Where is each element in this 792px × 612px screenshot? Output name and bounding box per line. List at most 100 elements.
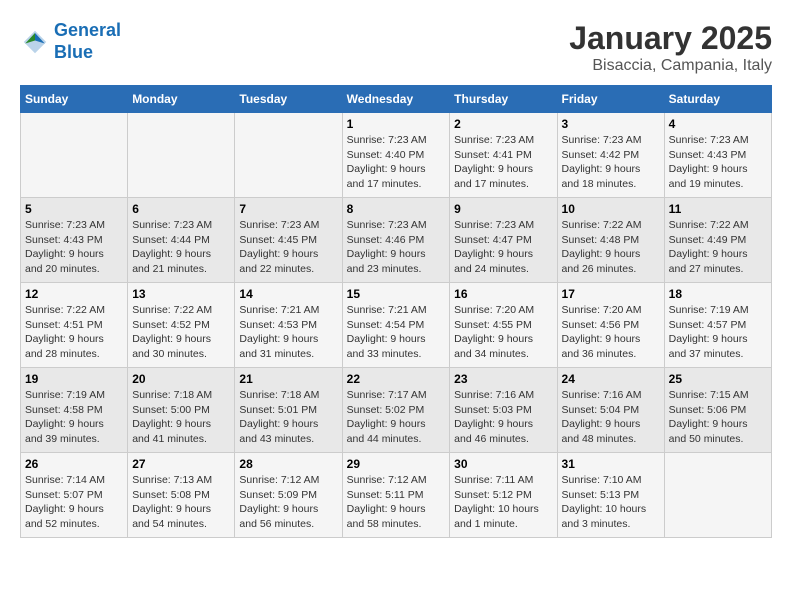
calendar-day-cell: [235, 113, 342, 198]
calendar-week-row: 19Sunrise: 7:19 AM Sunset: 4:58 PM Dayli…: [21, 368, 772, 453]
calendar-day-cell: 18Sunrise: 7:19 AM Sunset: 4:57 PM Dayli…: [664, 283, 771, 368]
day-info: Sunrise: 7:17 AM Sunset: 5:02 PM Dayligh…: [347, 388, 446, 447]
calendar-week-row: 1Sunrise: 7:23 AM Sunset: 4:40 PM Daylig…: [21, 113, 772, 198]
calendar-day-cell: 20 Sunrise: 7:18 AM Sunset: 5:00 PM Dayli…: [128, 368, 235, 453]
day-number: 16: [454, 287, 552, 301]
calendar-day-cell: 9 Sunrise: 7:23 AM Sunset: 4:47 PM Daylig…: [450, 198, 557, 283]
day-number: 20: [132, 372, 230, 386]
calendar-day-cell: 6Sunrise: 7:23 AM Sunset: 4:44 PM Daylig…: [128, 198, 235, 283]
day-info: Sunrise: 7:23 AM Sunset: 4:40 PM Dayligh…: [347, 133, 446, 192]
day-info: Sunrise: 7:19 AM Sunset: 4:58 PM Dayligh…: [25, 388, 123, 447]
calendar-day-cell: 21 Sunrise: 7:18 AM Sunset: 5:01 PM Dayli…: [235, 368, 342, 453]
calendar-week-row: 26 Sunrise: 7:14 AM Sunset: 5:07 PM Dayli…: [21, 453, 772, 538]
day-info: Sunrise: 7:23 AM Sunset: 4:44 PM Dayligh…: [132, 218, 230, 277]
day-number: 9: [454, 202, 552, 216]
calendar-table: SundayMondayTuesdayWednesdayThursdayFrid…: [20, 85, 772, 538]
logo: General Blue: [20, 20, 121, 63]
day-number: 13: [132, 287, 230, 301]
day-number: 22: [347, 372, 446, 386]
day-number: 14: [239, 287, 337, 301]
calendar-day-cell: 19Sunrise: 7:19 AM Sunset: 4:58 PM Dayli…: [21, 368, 128, 453]
day-info: Sunrise: 7:23 AM Sunset: 4:41 PM Dayligh…: [454, 133, 552, 192]
day-info: Sunrise: 7:12 AM Sunset: 5:11 PM Dayligh…: [347, 473, 446, 532]
weekday-header: Saturday: [664, 86, 771, 113]
day-info: Sunrise: 7:13 AM Sunset: 5:08 PM Dayligh…: [132, 473, 230, 532]
day-info: Sunrise: 7:18 AM Sunset: 5:00 PM Dayligh…: [132, 388, 230, 447]
day-number: 27: [132, 457, 230, 471]
day-info: Sunrise: 7:23 AM Sunset: 4:47 PM Dayligh…: [454, 218, 552, 277]
day-info: Sunrise: 7:20 AM Sunset: 4:56 PM Dayligh…: [562, 303, 660, 362]
day-number: 18: [669, 287, 767, 301]
calendar-day-cell: 4Sunrise: 7:23 AM Sunset: 4:43 PM Daylig…: [664, 113, 771, 198]
day-info: Sunrise: 7:11 AM Sunset: 5:12 PM Dayligh…: [454, 473, 552, 532]
day-number: 26: [25, 457, 123, 471]
day-number: 15: [347, 287, 446, 301]
day-number: 24: [562, 372, 660, 386]
calendar-day-cell: 29 Sunrise: 7:12 AM Sunset: 5:11 PM Dayli…: [342, 453, 450, 538]
logo-line1: General: [54, 20, 121, 40]
calendar-header: SundayMondayTuesdayWednesdayThursdayFrid…: [21, 86, 772, 113]
day-info: Sunrise: 7:21 AM Sunset: 4:54 PM Dayligh…: [347, 303, 446, 362]
weekday-header: Tuesday: [235, 86, 342, 113]
calendar-day-cell: 1Sunrise: 7:23 AM Sunset: 4:40 PM Daylig…: [342, 113, 450, 198]
logo-line2: Blue: [54, 42, 93, 62]
day-info: Sunrise: 7:18 AM Sunset: 5:01 PM Dayligh…: [239, 388, 337, 447]
calendar-day-cell: [664, 453, 771, 538]
calendar-day-cell: 2Sunrise: 7:23 AM Sunset: 4:41 PM Daylig…: [450, 113, 557, 198]
day-info: Sunrise: 7:22 AM Sunset: 4:48 PM Dayligh…: [562, 218, 660, 277]
calendar-day-cell: 24 Sunrise: 7:16 AM Sunset: 5:04 PM Dayli…: [557, 368, 664, 453]
day-info: Sunrise: 7:15 AM Sunset: 5:06 PM Dayligh…: [669, 388, 767, 447]
calendar-week-row: 5Sunrise: 7:23 AM Sunset: 4:43 PM Daylig…: [21, 198, 772, 283]
calendar-day-cell: 14 Sunrise: 7:21 AM Sunset: 4:53 PM Dayli…: [235, 283, 342, 368]
calendar-day-cell: 31 Sunrise: 7:10 AM Sunset: 5:13 PM Dayli…: [557, 453, 664, 538]
day-number: 7: [239, 202, 337, 216]
day-info: Sunrise: 7:21 AM Sunset: 4:53 PM Dayligh…: [239, 303, 337, 362]
day-info: Sunrise: 7:16 AM Sunset: 5:04 PM Dayligh…: [562, 388, 660, 447]
calendar-day-cell: 16Sunrise: 7:20 AM Sunset: 4:55 PM Dayli…: [450, 283, 557, 368]
calendar-body: 1Sunrise: 7:23 AM Sunset: 4:40 PM Daylig…: [21, 113, 772, 538]
day-info: Sunrise: 7:23 AM Sunset: 4:46 PM Dayligh…: [347, 218, 446, 277]
day-number: 21: [239, 372, 337, 386]
day-number: 10: [562, 202, 660, 216]
day-number: 23: [454, 372, 552, 386]
day-number: 3: [562, 117, 660, 131]
day-number: 31: [562, 457, 660, 471]
calendar-day-cell: 23Sunrise: 7:16 AM Sunset: 5:03 PM Dayli…: [450, 368, 557, 453]
day-info: Sunrise: 7:12 AM Sunset: 5:09 PM Dayligh…: [239, 473, 337, 532]
day-number: 30: [454, 457, 552, 471]
location-title: Bisaccia, Campania, Italy: [569, 57, 772, 75]
day-info: Sunrise: 7:10 AM Sunset: 5:13 PM Dayligh…: [562, 473, 660, 532]
calendar-day-cell: 30 Sunrise: 7:11 AM Sunset: 5:12 PM Dayli…: [450, 453, 557, 538]
calendar-day-cell: 22 Sunrise: 7:17 AM Sunset: 5:02 PM Dayli…: [342, 368, 450, 453]
calendar-day-cell: [21, 113, 128, 198]
day-info: Sunrise: 7:23 AM Sunset: 4:45 PM Dayligh…: [239, 218, 337, 277]
day-number: 12: [25, 287, 123, 301]
month-title: January 2025: [569, 20, 772, 57]
day-info: Sunrise: 7:22 AM Sunset: 4:51 PM Dayligh…: [25, 303, 123, 362]
day-number: 29: [347, 457, 446, 471]
day-number: 4: [669, 117, 767, 131]
day-number: 25: [669, 372, 767, 386]
calendar-day-cell: 25 Sunrise: 7:15 AM Sunset: 5:06 PM Dayli…: [664, 368, 771, 453]
day-number: 8: [347, 202, 446, 216]
calendar-day-cell: 3 Sunrise: 7:23 AM Sunset: 4:42 PM Daylig…: [557, 113, 664, 198]
weekday-header: Thursday: [450, 86, 557, 113]
day-info: Sunrise: 7:22 AM Sunset: 4:49 PM Dayligh…: [669, 218, 767, 277]
page-header: General Blue January 2025 Bisaccia, Camp…: [20, 20, 772, 75]
title-block: January 2025 Bisaccia, Campania, Italy: [569, 20, 772, 75]
weekday-header: Friday: [557, 86, 664, 113]
weekday-header: Monday: [128, 86, 235, 113]
logo-text: General Blue: [54, 20, 121, 63]
weekday-row: SundayMondayTuesdayWednesdayThursdayFrid…: [21, 86, 772, 113]
calendar-day-cell: 12 Sunrise: 7:22 AM Sunset: 4:51 PM Dayli…: [21, 283, 128, 368]
calendar-day-cell: 5Sunrise: 7:23 AM Sunset: 4:43 PM Daylig…: [21, 198, 128, 283]
weekday-header: Sunday: [21, 86, 128, 113]
day-info: Sunrise: 7:23 AM Sunset: 4:42 PM Dayligh…: [562, 133, 660, 192]
day-number: 5: [25, 202, 123, 216]
day-number: 17: [562, 287, 660, 301]
day-info: Sunrise: 7:14 AM Sunset: 5:07 PM Dayligh…: [25, 473, 123, 532]
calendar-day-cell: 15 Sunrise: 7:21 AM Sunset: 4:54 PM Dayli…: [342, 283, 450, 368]
calendar-day-cell: 17 Sunrise: 7:20 AM Sunset: 4:56 PM Dayli…: [557, 283, 664, 368]
day-number: 28: [239, 457, 337, 471]
calendar-day-cell: 28 Sunrise: 7:12 AM Sunset: 5:09 PM Dayli…: [235, 453, 342, 538]
